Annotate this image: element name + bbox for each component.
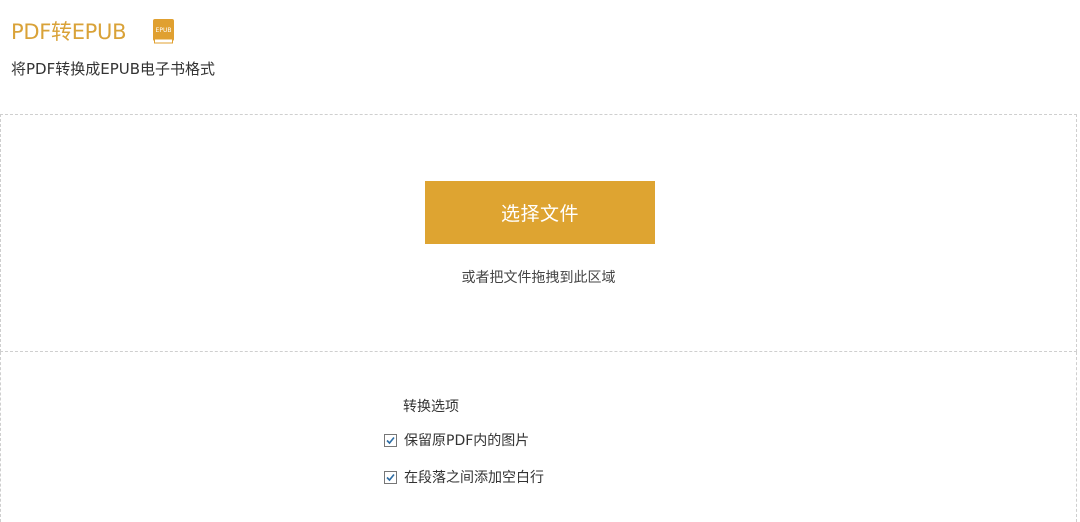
epub-book-icon: EPUB xyxy=(153,18,175,44)
page-subtitle: 将PDF转换成EPUB电子书格式 xyxy=(11,60,216,78)
drop-hint: 或者把文件拖拽到此区域 xyxy=(461,270,616,286)
checkmark-icon xyxy=(386,473,395,481)
keep-images-checkbox[interactable] xyxy=(384,433,397,447)
title-row: PDF转EPUB EPUB xyxy=(11,17,1071,47)
options-title: 转换选项 xyxy=(403,399,459,415)
page-title: PDF转EPUB xyxy=(11,20,127,44)
option-keep-images[interactable]: 保留原PDF内的图片 xyxy=(384,430,529,450)
choose-file-button[interactable]: 选择文件 xyxy=(425,181,655,244)
blank-lines-label: 在段落之间添加空白行 xyxy=(404,470,544,486)
conversion-options: 转换选项 保留原PDF内的图片 在段落之间添加空白行 xyxy=(0,352,1077,522)
epub-icon-text: EPUB xyxy=(156,27,172,34)
keep-images-label: 保留原PDF内的图片 xyxy=(404,433,530,449)
file-drop-zone[interactable]: 选择文件 或者把文件拖拽到此区域 xyxy=(0,114,1077,352)
blank-lines-checkbox[interactable] xyxy=(384,470,397,484)
header: PDF转EPUB EPUB 将PDF转换成EPUB电子书格式 xyxy=(11,17,1071,78)
checkmark-icon xyxy=(386,436,395,444)
option-blank-lines[interactable]: 在段落之间添加空白行 xyxy=(384,467,544,487)
epub-book-icon-svg: EPUB xyxy=(153,18,175,43)
